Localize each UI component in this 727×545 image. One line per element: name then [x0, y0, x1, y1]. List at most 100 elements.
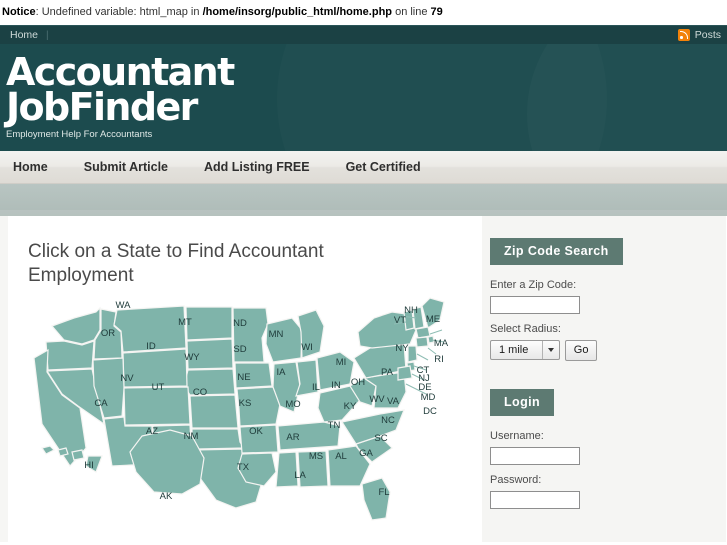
state-shape-ok	[191, 428, 246, 450]
map-label-ca[interactable]: CA	[94, 398, 108, 409]
php-notice-bar: Notice: Undefined variable: html_map in …	[0, 0, 727, 25]
map-label-nv[interactable]: NV	[120, 373, 134, 384]
map-label-ri[interactable]: RI	[434, 354, 444, 365]
map-label-dc[interactable]: DC	[423, 406, 437, 417]
map-label-oh[interactable]: OH	[351, 377, 365, 388]
map-label-ma[interactable]: MA	[434, 338, 449, 349]
main-content-column: Click on a State to Find Accountant Empl…	[0, 216, 482, 542]
map-label-tx[interactable]: TX	[237, 462, 250, 473]
topbar-home-link[interactable]: Home	[10, 29, 38, 41]
map-label-ga[interactable]: GA	[359, 448, 373, 459]
map-label-sc[interactable]: SC	[374, 433, 387, 444]
nav-item-add-listing-free[interactable]: Add Listing FREE	[204, 160, 310, 174]
zip-search-go-button[interactable]: Go	[564, 340, 598, 361]
map-label-mo[interactable]: MO	[285, 399, 300, 410]
map-label-vt[interactable]: VT	[394, 315, 406, 326]
map-label-mn[interactable]: MN	[269, 329, 284, 340]
map-label-wy[interactable]: WY	[184, 352, 200, 363]
map-label-ne[interactable]: NE	[237, 372, 250, 383]
state-shape-hi-2	[57, 447, 69, 457]
notice-text-before: : Undefined variable: html_map in	[35, 6, 203, 18]
map-label-tn[interactable]: TN	[328, 420, 341, 431]
site-masthead: Accountant JobFinder Employment Help For…	[0, 44, 727, 151]
map-label-in[interactable]: IN	[331, 380, 341, 391]
map-label-wa[interactable]: WA	[116, 300, 132, 311]
zip-code-label: Enter a Zip Code:	[490, 279, 577, 291]
map-label-me[interactable]: ME	[426, 314, 440, 325]
map-label-va[interactable]: VA	[387, 396, 400, 407]
select-radius-label: Select Radius:	[490, 323, 561, 335]
password-input[interactable]	[490, 491, 580, 509]
map-label-il[interactable]: IL	[312, 382, 320, 393]
topbar-posts-link[interactable]: Posts	[695, 29, 721, 41]
header-accent-band	[0, 184, 727, 216]
notice-line-number: 79	[430, 6, 443, 18]
notice-text-mid: on line	[392, 6, 431, 18]
map-label-pa[interactable]: PA	[381, 367, 394, 378]
map-label-fl[interactable]: FL	[378, 487, 389, 498]
zip-code-input[interactable]	[490, 296, 580, 314]
map-label-wi[interactable]: WI	[301, 342, 313, 353]
page-title: Click on a State to Find Accountant Empl…	[28, 241, 324, 286]
nav-item-get-certified[interactable]: Get Certified	[346, 160, 421, 174]
main-navigation: Home Submit Article Add Listing FREE Get…	[0, 151, 727, 184]
top-bar: Home | Posts	[0, 25, 727, 44]
map-label-nc[interactable]: NC	[381, 415, 395, 426]
state-shape-wi	[265, 317, 303, 363]
state-shape-ct	[415, 336, 429, 348]
login-widget: Login Username: Password:	[490, 389, 726, 509]
topbar-separator: |	[46, 29, 49, 41]
map-label-la[interactable]: LA	[294, 470, 306, 481]
site-tagline: Employment Help For Accountants	[6, 129, 153, 140]
top-bar-left: Home |	[10, 29, 49, 41]
state-shape-ks	[189, 394, 239, 429]
map-label-md[interactable]: MD	[421, 392, 436, 403]
map-label-hi[interactable]: HI	[84, 460, 94, 471]
map-label-ia[interactable]: IA	[277, 367, 287, 378]
logo-line-2[interactable]: JobFinder	[6, 88, 727, 126]
map-label-ut[interactable]: UT	[152, 382, 165, 393]
sidebar: Zip Code Search Enter a Zip Code: Select…	[482, 216, 726, 542]
zip-code-search-title: Zip Code Search	[490, 238, 623, 265]
map-label-co[interactable]: CO	[193, 387, 207, 398]
nav-item-home[interactable]: Home	[13, 160, 48, 174]
map-label-ok[interactable]: OK	[249, 426, 263, 437]
map-label-ar[interactable]: AR	[286, 432, 299, 443]
map-label-ks[interactable]: KS	[239, 398, 252, 409]
state-shape-nd	[185, 306, 233, 341]
map-label-or[interactable]: OR	[101, 328, 115, 339]
map-label-id[interactable]: ID	[146, 341, 156, 352]
map-label-sd[interactable]: SD	[233, 344, 246, 355]
map-label-nm[interactable]: NM	[184, 431, 199, 442]
map-label-ny[interactable]: NY	[395, 343, 409, 354]
map-label-nd[interactable]: ND	[233, 318, 247, 329]
state-shape-or	[45, 340, 95, 371]
notice-file-path: /home/insorg/public_html/home.php	[202, 6, 393, 18]
chevron-down-icon[interactable]	[542, 341, 559, 359]
us-state-map[interactable]: WA OR ID MT ND SD NE WY NV UT CO CA AZ NM KS OK TX MN IA MO…	[24, 296, 464, 545]
map-label-mi[interactable]: MI	[336, 357, 347, 368]
map-label-ms[interactable]: MS	[309, 451, 323, 462]
map-label-az[interactable]: AZ	[146, 426, 158, 437]
map-label-mt[interactable]: MT	[178, 317, 192, 328]
notice-label: Notice	[2, 6, 36, 18]
map-label-al[interactable]: AL	[335, 451, 347, 462]
username-input[interactable]	[490, 447, 580, 465]
radius-select[interactable]: 1 mile	[490, 340, 561, 360]
state-shape-nj	[407, 345, 418, 363]
state-shape-fl	[361, 477, 391, 521]
map-label-wv[interactable]: WV	[369, 394, 385, 405]
state-shape-ne	[183, 368, 236, 396]
map-label-ak[interactable]: AK	[160, 491, 173, 502]
login-title: Login	[490, 389, 555, 416]
us-map-svg[interactable]: WA OR ID MT ND SD NE WY NV UT CO CA AZ NM KS OK TX MN IA MO…	[24, 296, 474, 545]
top-bar-right: Posts	[677, 29, 721, 41]
password-label: Password:	[490, 474, 542, 486]
state-shape-hi-3	[71, 449, 85, 461]
map-label-nh[interactable]: NH	[404, 305, 418, 316]
state-shape-md	[397, 365, 413, 381]
nav-item-submit-article[interactable]: Submit Article	[84, 160, 168, 174]
rss-icon[interactable]	[677, 29, 690, 41]
map-label-ky[interactable]: KY	[344, 401, 357, 412]
page-body: Click on a State to Find Accountant Empl…	[0, 216, 727, 542]
